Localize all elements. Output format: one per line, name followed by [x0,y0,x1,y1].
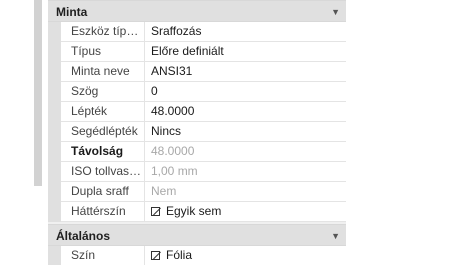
scrollbar-thumb[interactable] [34,0,42,186]
property-label: Minta neve [61,62,145,81]
section-header-minta[interactable]: Minta ▼ [48,0,346,22]
none-color-swatch-icon [151,207,160,216]
section-header-altalanos[interactable]: Általános ▼ [48,224,346,246]
property-value: Nem [151,184,177,198]
color-swatch-icon [151,251,160,260]
property-row-szog[interactable]: Szög 0 [61,82,346,102]
section-title-minta: Minta [56,5,88,19]
property-row-segedlepetek[interactable]: Segédlépték Nincs [61,122,346,142]
property-row-iso-tollvastagsag[interactable]: ISO tollvasta... 1,00 mm [61,162,346,182]
property-label: Szög [61,82,145,101]
property-label: ISO tollvasta... [61,162,145,181]
section-title-altalanos: Általános [56,229,111,243]
property-value[interactable]: 0 [145,82,346,101]
property-label: Típus [61,42,145,61]
property-row-tipus[interactable]: Típus Előre definiált [61,42,346,62]
scrollbar-track[interactable] [34,0,42,186]
property-row-minta-neve[interactable]: Minta neve ANSI31 [61,62,346,82]
property-row-eszkoz-tipusa[interactable]: Eszköz típusa Sraffozás [61,22,346,42]
property-value[interactable]: Sraffozás [145,22,346,41]
property-value[interactable]: Fólia [145,246,346,265]
properties-panel: Minta ▼ Eszköz típusa Sraffozás Típus El… [48,0,346,265]
property-label: Távolság [61,142,145,161]
section-gutter [48,246,61,265]
property-label: Segédlépték [61,122,145,141]
property-value-text: Fólia [166,248,193,262]
property-label: Dupla sraff [61,182,145,201]
property-label: Eszköz típusa [61,22,145,41]
section-minta: Eszköz típusa Sraffozás Típus Előre defi… [48,22,346,222]
property-value[interactable]: Egyik sem [145,202,346,221]
property-value: 48.0000 [151,144,195,158]
property-label: Szín [61,246,145,265]
property-value[interactable]: Nincs [145,122,346,141]
property-row-tavolsag[interactable]: Távolság 48.0000 [61,142,346,162]
section-gutter [48,22,61,222]
collapse-icon[interactable]: ▼ [331,225,340,247]
property-value[interactable]: Előre definiált [145,42,346,61]
property-row-dupla-sraff[interactable]: Dupla sraff Nem [61,182,346,202]
property-row-szin[interactable]: Szín Fólia [61,246,346,265]
property-value[interactable]: ANSI31 [145,62,346,81]
property-row-hatterszin[interactable]: Háttérszín Egyik sem [61,202,346,222]
property-value: 1,00 mm [151,164,198,178]
property-row-lepetek[interactable]: Lépték 48.0000 [61,102,346,122]
section-altalanos: Szín Fólia [48,246,346,265]
collapse-icon[interactable]: ▼ [331,1,340,23]
property-label: Lépték [61,102,145,121]
property-value-text: Egyik sem [166,204,222,218]
property-value[interactable]: 48.0000 [145,102,346,121]
property-label: Háttérszín [61,202,145,221]
